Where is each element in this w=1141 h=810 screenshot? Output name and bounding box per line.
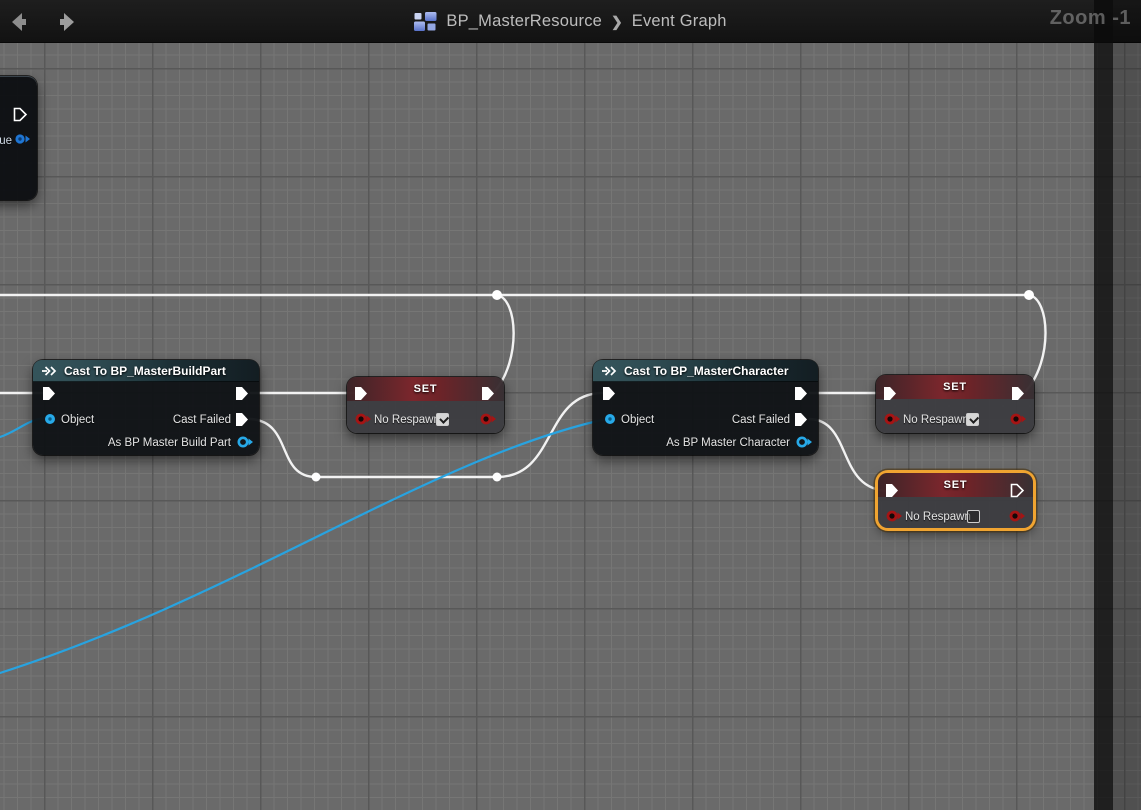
vertical-scrollbar[interactable]: [1094, 0, 1113, 810]
pin-label-no-respawn: No Respawn: [374, 413, 440, 427]
wire-exec-castfailed1-down[interactable]: [250, 419, 316, 477]
cast-failed-exec-pin[interactable]: [794, 412, 811, 427]
node-title: SET: [414, 383, 438, 395]
node-header: Cast To BP_MasterBuildPart: [33, 360, 259, 382]
node-title: SET: [943, 381, 967, 393]
cast-failed-exec-pin[interactable]: [235, 412, 252, 427]
no-respawn-checkbox[interactable]: [966, 413, 979, 426]
reroute-node[interactable]: [312, 473, 321, 482]
forward-button[interactable]: [52, 10, 78, 34]
zoom-indicator: Zoom -1: [1050, 7, 1131, 30]
graph-title-bar: BP_MasterResource ❯ Event Graph: [0, 0, 1141, 43]
cast-icon: [602, 366, 618, 376]
pin-label-return-value: ue: [0, 134, 12, 148]
node-set-no-respawn-3-selected[interactable]: SET No Respawn: [878, 473, 1033, 528]
pin-label-as-build-part: As BP Master Build Part: [108, 436, 231, 450]
reroute-node[interactable]: [492, 290, 502, 300]
no-respawn-out-pin[interactable]: [480, 412, 497, 427]
object-in-pin[interactable]: [42, 412, 59, 427]
node-title: Cast To BP_MasterCharacter: [624, 364, 789, 378]
exec-out-pin[interactable]: [1011, 386, 1028, 401]
exec-out-pin[interactable]: [13, 107, 30, 122]
exec-out-pin[interactable]: [235, 386, 252, 401]
as-build-part-pin[interactable]: [237, 435, 254, 450]
breadcrumb-section[interactable]: Event Graph: [632, 12, 727, 31]
blueprint-editor: ue Cast To BP_MasterBuildPart Object Cas…: [0, 0, 1141, 810]
back-arrow-icon: [9, 11, 33, 33]
exec-in-pin[interactable]: [883, 386, 900, 401]
object-in-pin[interactable]: [602, 412, 619, 427]
pin-label-as-character: As BP Master Character: [666, 436, 790, 450]
graph-right-edge: [1113, 0, 1141, 810]
pin-label-object: Object: [621, 413, 654, 427]
forward-arrow-icon: [53, 11, 77, 33]
reroute-node[interactable]: [493, 473, 502, 482]
exec-in-pin[interactable]: [42, 386, 59, 401]
breadcrumb: BP_MasterResource ❯ Event Graph: [414, 12, 726, 31]
no-respawn-checkbox[interactable]: [967, 510, 980, 523]
node-header: Cast To BP_MasterCharacter: [593, 360, 818, 382]
no-respawn-out-pin[interactable]: [1010, 412, 1027, 427]
exec-in-pin[interactable]: [602, 386, 619, 401]
node-set-no-respawn-2[interactable]: SET No Respawn: [876, 375, 1034, 433]
exec-out-pin[interactable]: [1010, 483, 1027, 498]
no-respawn-checkbox[interactable]: [436, 413, 449, 426]
pin-label-cast-failed: Cast Failed: [732, 413, 790, 427]
exec-out-pin[interactable]: [481, 386, 498, 401]
object-out-pin[interactable]: [14, 132, 31, 147]
pin-label-cast-failed: Cast Failed: [173, 413, 231, 427]
node-title: SET: [944, 479, 968, 491]
back-button[interactable]: [8, 10, 34, 34]
no-respawn-in-pin[interactable]: [884, 412, 901, 427]
no-respawn-in-pin[interactable]: [886, 509, 903, 524]
pin-label-object: Object: [61, 413, 94, 427]
node-set-no-respawn-1[interactable]: SET No Respawn: [347, 377, 504, 433]
exec-in-pin[interactable]: [354, 386, 371, 401]
no-respawn-out-pin[interactable]: [1009, 509, 1026, 524]
node-partial-offscreen[interactable]: ue: [0, 76, 37, 200]
as-character-pin[interactable]: [796, 435, 813, 450]
exec-in-pin[interactable]: [885, 483, 902, 498]
exec-out-pin[interactable]: [794, 386, 811, 401]
breadcrumb-blueprint-name[interactable]: BP_MasterResource: [446, 12, 602, 31]
pin-label-no-respawn: No Respawn: [903, 413, 969, 427]
reroute-node[interactable]: [1024, 290, 1034, 300]
blueprint-icon: [414, 12, 437, 31]
pin-label-no-respawn: No Respawn: [905, 510, 971, 524]
wire-data-object2[interactable]: [0, 419, 606, 673]
cast-icon: [42, 366, 58, 376]
node-cast-to-bp-masterbuildpart[interactable]: Cast To BP_MasterBuildPart Object Cast F…: [33, 360, 259, 455]
breadcrumb-chevron-icon: ❯: [611, 13, 623, 30]
no-respawn-in-pin[interactable]: [355, 412, 372, 427]
node-title: Cast To BP_MasterBuildPart: [64, 364, 226, 378]
node-cast-to-bp-mastercharacter[interactable]: Cast To BP_MasterCharacter Object Cast F…: [593, 360, 818, 455]
